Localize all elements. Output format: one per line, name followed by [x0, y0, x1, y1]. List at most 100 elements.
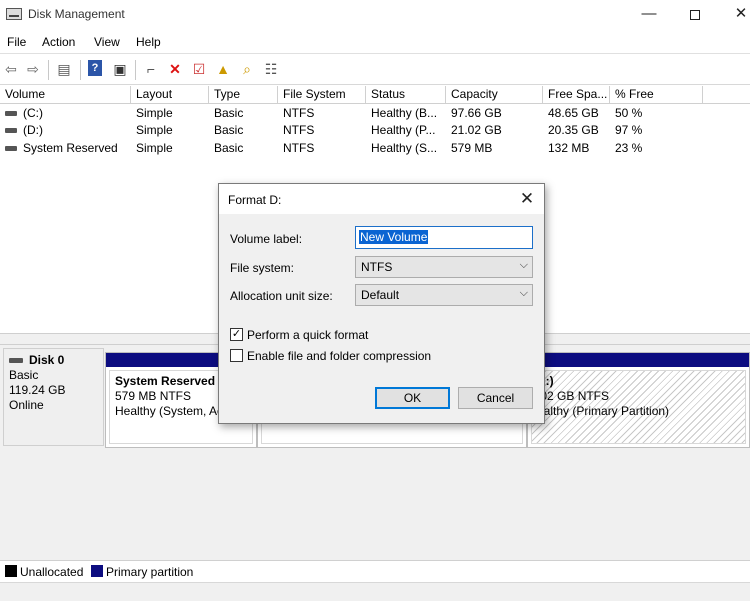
compression-checkbox[interactable]: [230, 349, 243, 362]
drive-icon: [5, 146, 17, 152]
file-system-cell: NTFS: [283, 141, 315, 155]
menu-help[interactable]: Help: [136, 35, 161, 49]
status-cell: Healthy (B...: [371, 106, 438, 120]
partition-bar: [528, 353, 749, 367]
table-row[interactable]: (C:) Simple Basic NTFS Healthy (B... 97.…: [0, 105, 750, 122]
disk-state: Online: [9, 398, 44, 412]
volume-name: System Reserved: [23, 141, 118, 155]
window-title: Disk Management: [28, 7, 125, 21]
disk-icon: [9, 358, 23, 364]
maximize-button[interactable]: [672, 0, 718, 30]
title-bar: Disk Management — ✕: [0, 0, 750, 30]
up-folder-icon[interactable]: ▲: [214, 60, 232, 78]
percent-free-cell: 97 %: [615, 123, 643, 137]
column-header-free-space[interactable]: Free Spa...: [543, 86, 610, 104]
cancel-button[interactable]: Cancel: [458, 387, 533, 409]
disk-type: Basic: [9, 368, 39, 382]
legend-bar: Unallocated Primary partition: [0, 560, 750, 582]
compression-option[interactable]: Enable file and folder compression: [230, 348, 450, 364]
drive-icon: [5, 128, 17, 134]
partition-status: ealthy (Primary Partition): [537, 404, 670, 418]
delete-icon[interactable]: ✕: [166, 60, 184, 78]
allocation-unit-size-select[interactable]: Default ⌵: [355, 284, 533, 306]
primary-partition-swatch: [91, 565, 103, 577]
properties-icon[interactable]: ☑: [190, 60, 208, 78]
type-cell: Basic: [214, 141, 244, 155]
ok-button[interactable]: OK: [375, 387, 450, 409]
show-hide-console-tree-icon[interactable]: ▤: [55, 60, 73, 78]
free-space-cell: 20.35 GB: [548, 123, 599, 137]
status-cell: Healthy (S...: [371, 141, 438, 155]
file-system-cell: NTFS: [283, 106, 315, 120]
list-view-icon[interactable]: ☷: [262, 60, 280, 78]
menu-file[interactable]: File: [7, 35, 26, 49]
chevron-down-icon: ⌵: [519, 259, 528, 271]
column-header-capacity[interactable]: Capacity: [446, 86, 543, 104]
back-icon[interactable]: ⇦: [2, 60, 20, 78]
free-space-cell: 48.65 GB: [548, 106, 599, 120]
column-header-type[interactable]: Type: [209, 86, 278, 104]
dialog-title: Format D:: [228, 193, 282, 207]
quick-format-option[interactable]: ✓ Perform a quick format: [230, 327, 430, 343]
volume-label-input[interactable]: New Volume: [355, 226, 533, 249]
status-cell: Healthy (P...: [371, 123, 436, 137]
percent-free-cell: 50 %: [615, 106, 643, 120]
menu-view[interactable]: View: [94, 35, 120, 49]
minimize-button[interactable]: —: [626, 0, 672, 30]
file-system-label: File system:: [230, 261, 295, 275]
column-header-file-system[interactable]: File System: [278, 86, 366, 104]
volume-label-value: New Volume: [359, 230, 429, 244]
maximize-icon: [690, 10, 700, 20]
compression-label: Enable file and folder compression: [247, 349, 432, 363]
toolbar-separator: [48, 60, 49, 80]
action-pane-icon[interactable]: ▣: [111, 60, 129, 78]
table-row[interactable]: System Reserved Simple Basic NTFS Health…: [0, 140, 750, 157]
column-header-percent-free[interactable]: % Free: [610, 86, 703, 104]
disk-label-panel[interactable]: Disk 0 Basic 119.24 GB Online: [3, 348, 104, 446]
help-icon[interactable]: ?: [88, 60, 102, 76]
allocation-unit-size-value: Default: [361, 288, 400, 302]
legend-unallocated: Unallocated: [20, 565, 84, 579]
toolbar-separator: [80, 60, 81, 80]
menu-action[interactable]: Action: [42, 35, 75, 49]
dialog-close-icon[interactable]: ✕: [510, 184, 544, 214]
disk-management-app-icon: [6, 8, 22, 20]
layout-cell: Simple: [136, 123, 173, 137]
allocation-unit-size-label: Allocation unit size:: [230, 289, 333, 303]
forward-icon[interactable]: ⇨: [24, 60, 42, 78]
dialog-title-bar: Format D: ✕: [219, 184, 544, 214]
search-icon[interactable]: ⌕: [238, 60, 256, 78]
file-system-select[interactable]: NTFS ⌵: [355, 256, 533, 278]
disk-name-text: Disk 0: [29, 353, 65, 367]
layout-cell: Simple: [136, 106, 173, 120]
partition-name: D:): [537, 374, 554, 388]
format-dialog: Format D: ✕ Volume label: New Volume Fil…: [218, 183, 545, 424]
volume-list-header: Volume Layout Type File System Status Ca…: [0, 86, 750, 104]
partition-info-selected: D:) .02 GB NTFS ealthy (Primary Partitio…: [531, 370, 746, 444]
drive-icon: [5, 111, 17, 117]
table-row[interactable]: (D:) Simple Basic NTFS Healthy (P... 21.…: [0, 122, 750, 139]
file-system-value: NTFS: [361, 260, 393, 274]
quick-format-checkbox[interactable]: ✓: [230, 328, 243, 341]
partition-d[interactable]: D:) .02 GB NTFS ealthy (Primary Partitio…: [527, 352, 750, 448]
status-bar: [0, 582, 750, 601]
type-cell: Basic: [214, 106, 244, 120]
capacity-cell: 579 MB: [451, 141, 493, 155]
menu-bar: File Action View Help: [0, 30, 750, 53]
connect-icon[interactable]: ⌐: [142, 60, 160, 78]
layout-cell: Simple: [136, 141, 173, 155]
free-space-cell: 132 MB: [548, 141, 590, 155]
partition-size: .02 GB NTFS: [537, 389, 610, 403]
volume-cell: (D:): [0, 122, 131, 139]
column-header-volume[interactable]: Volume: [0, 86, 131, 104]
column-header-status[interactable]: Status: [366, 86, 446, 104]
toolbar-separator: [135, 60, 136, 80]
volume-name: (C:): [23, 106, 43, 120]
volume-name: (D:): [23, 123, 43, 137]
quick-format-label: Perform a quick format: [247, 328, 369, 342]
close-button[interactable]: ✕: [718, 0, 750, 30]
volume-cell: (C:): [0, 105, 131, 122]
percent-free-cell: 23 %: [615, 141, 643, 155]
column-header-layout[interactable]: Layout: [131, 86, 209, 104]
volume-cell: System Reserved: [0, 140, 131, 157]
